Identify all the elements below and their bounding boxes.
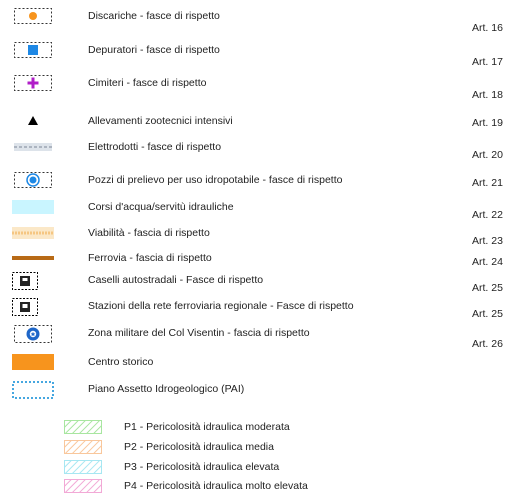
legend-label: Zona militare del Col Visentin - fascia … [88,327,310,339]
legend-label: Allevamenti zootecnici intensivi [88,115,233,127]
legend-item-corsi-acqua: Corsi d'acqua/servitù idrauliche Art. 22 [0,199,511,221]
legend-item-p4: P4 - Pericolosità idraulica molto elevat… [0,479,511,499]
square-blue-icon [14,42,52,58]
legend-label: P2 - Pericolosità idraulica media [124,441,274,453]
legend-label: Caselli autostradali - Fasce di rispetto [88,274,264,286]
legend-label: P4 - Pericolosità idraulica molto elevat… [124,480,308,492]
cross-purple-icon [14,75,52,91]
legend-item-p2: P2 - Pericolosità idraulica media [0,440,511,460]
triangle-black-icon [14,113,52,129]
article-ref: Art. 24 [472,256,503,268]
article-ref: Art. 20 [472,149,503,161]
road-icon [12,225,54,241]
article-ref: Art. 22 [472,209,503,221]
article-ref: Art. 18 [472,89,503,101]
legend-label: Cimiteri - fasce di rispetto [88,77,207,89]
legend-item-caselli: Caselli autostradali - Fasce di rispetto… [0,272,511,294]
train-station-icon [12,298,38,316]
legend-item-discariche: Discariche - fasce di rispetto Art. 16 [0,8,511,34]
article-ref: Art. 26 [472,338,503,350]
legend-item-p3: P3 - Pericolosità idraulica elevata [0,460,511,480]
railway-icon [12,250,54,266]
military-zone-icon [14,325,52,343]
legend-label: P3 - Pericolosità idraulica elevata [124,461,280,473]
hatch-pink-icon [64,479,102,493]
watercourse-icon [12,199,54,215]
legend-item-cimiteri: Cimiteri - fasce di rispetto Art. 18 [0,75,511,101]
well-icon [14,172,52,188]
article-ref: Art. 16 [472,22,503,34]
legend-label: P1 - Pericolosità idraulica moderata [124,421,290,433]
hatch-green-icon [64,420,102,434]
legend-label: Centro storico [88,356,154,368]
legend-label: Elettrodotti - fasce di rispetto [88,141,222,153]
article-ref: Art. 21 [472,177,503,189]
legend-label: Depuratori - fasce di rispetto [88,44,220,56]
legend-item-pozzi: Pozzi di prelievo per uso idropotabile -… [0,172,511,192]
toll-booth-icon [12,272,38,290]
hatch-cyan-icon [64,460,102,474]
legend-label: Ferrovia - fascia di rispetto [88,252,212,264]
article-ref: Art. 17 [472,56,503,68]
article-ref: Art. 25 [472,308,503,320]
legend-item-viabilita: Viabilità - fascia di rispetto Art. 23 [0,225,511,247]
legend-item-ferrovia: Ferrovia - fascia di rispetto Art. 24 [0,250,511,270]
legend-item-centro-storico: Centro storico [0,354,511,374]
legend-label: Corsi d'acqua/servitù idrauliche [88,201,234,213]
legend-label: Discariche - fasce di rispetto [88,10,220,22]
legend-item-pai: Piano Assetto Idrogeologico (PAI) [0,381,511,401]
power-line-icon [14,139,52,155]
legend-item-elettrodotti: Elettrodotti - fasce di rispetto Art. 20 [0,139,511,161]
hatch-orange-icon [64,440,102,454]
circle-orange-icon [14,8,52,24]
legend-item-allevamenti: Allevamenti zootecnici intensivi Art. 19 [0,113,511,133]
article-ref: Art. 23 [472,235,503,247]
legend-item-zona-militare: Zona militare del Col Visentin - fascia … [0,325,511,350]
article-ref: Art. 19 [472,117,503,129]
legend-item-stazioni: Stazioni della rete ferroviaria regional… [0,298,511,320]
legend: { "colors": { "orange": "#f7941d", "blue… [0,0,511,497]
legend-label: Pozzi di prelievo per uso idropotabile -… [88,174,343,186]
legend-label: Viabilità - fascia di rispetto [88,227,210,239]
legend-label: Stazioni della rete ferroviaria regional… [88,300,354,312]
legend-item-p1: P1 - Pericolosità idraulica moderata [0,420,511,440]
legend-label: Piano Assetto Idrogeologico (PAI) [88,383,245,395]
pai-boundary-icon [12,381,54,399]
article-ref: Art. 25 [472,282,503,294]
legend-item-depuratori: Depuratori - fasce di rispetto Art. 17 [0,42,511,68]
historic-center-icon [12,354,54,370]
